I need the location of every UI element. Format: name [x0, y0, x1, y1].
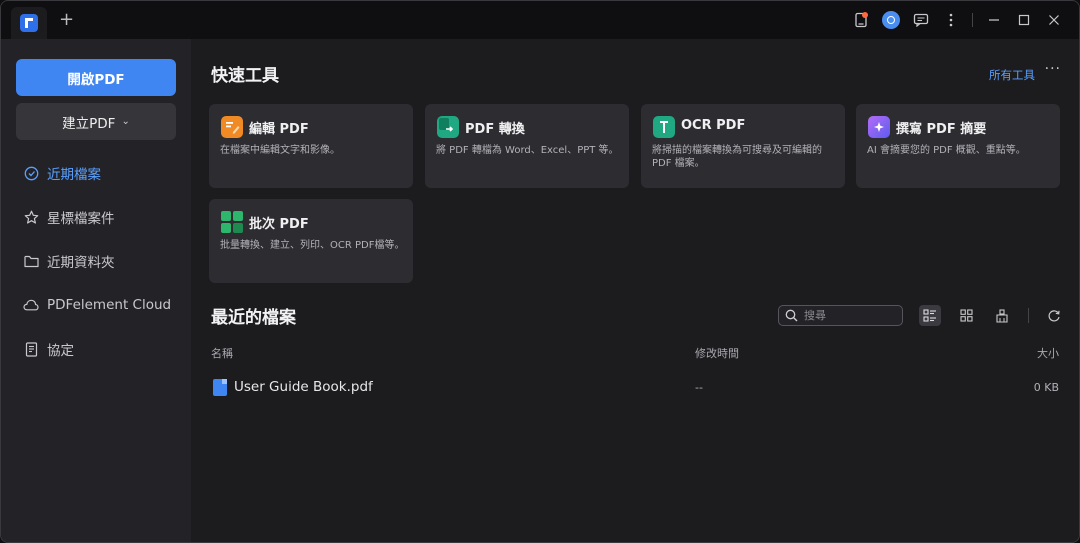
feedback-icon[interactable]	[906, 1, 936, 39]
pdf-file-icon	[213, 379, 227, 396]
grid-view-button[interactable]	[955, 305, 977, 326]
open-pdf-button[interactable]: 開啟PDF	[16, 59, 176, 96]
document-icon	[23, 341, 39, 357]
notification-dot	[862, 12, 868, 18]
more-vertical-icon[interactable]	[936, 1, 966, 39]
sidebar-item-starred[interactable]: 星標檔案件	[1, 195, 191, 239]
grid-view-icon	[959, 309, 973, 322]
maximize-icon[interactable]	[1009, 1, 1039, 39]
ocr-pdf-icon	[653, 116, 675, 138]
tool-card-description: 批量轉換、建立、列印、OCR PDF檔等。	[220, 240, 405, 251]
tool-card-ocr-pdf[interactable]: OCR PDF 將掃描的檔案轉換為可搜尋及可編輯的 PDF 檔案。	[641, 104, 845, 188]
tool-card-description: 將掃描的檔案轉換為可搜尋及可編輯的 PDF 檔案。	[652, 145, 822, 169]
column-header-modified[interactable]: 修改時間	[695, 345, 739, 361]
file-size: 0 KB	[1033, 381, 1059, 394]
sidebar-item-cloud[interactable]: PDFelement Cloud	[1, 283, 191, 327]
clear-recent-button[interactable]	[991, 305, 1013, 326]
refresh-icon	[1048, 309, 1060, 321]
clock-icon	[23, 165, 39, 181]
chevron-down-icon: ⌄	[121, 116, 130, 127]
book-icon[interactable]	[846, 1, 876, 39]
all-tools-link[interactable]: 所有工具	[989, 67, 1035, 83]
file-modified: --	[695, 381, 703, 394]
list-view-icon	[923, 309, 936, 322]
quick-tools-heading: 快速工具	[211, 66, 279, 86]
sidebar-item-label: PDFelement Cloud	[47, 297, 172, 313]
sidebar-item-recent-folders[interactable]: 近期資料夾	[1, 239, 191, 283]
sidebar-item-label: 近期檔案	[47, 167, 101, 183]
sidebar: 開啟PDF 建立PDF ⌄ 近期檔案 星標檔案件 近期資料夾 PDFelemen…	[1, 39, 191, 542]
batch-pdf-icon	[221, 211, 243, 233]
sidebar-item-agreements[interactable]: 協定	[1, 327, 191, 371]
cloud-icon	[23, 297, 39, 313]
broom-icon	[996, 308, 1008, 323]
sidebar-item-label: 星標檔案件	[47, 211, 115, 227]
star-icon	[23, 209, 39, 225]
edit-pdf-icon	[221, 116, 243, 138]
tool-card-description: 在檔案中編輯文字和影像。	[220, 145, 340, 156]
folder-icon	[23, 253, 39, 269]
recent-files-heading: 最近的檔案	[211, 308, 296, 328]
title-bar: +	[1, 1, 1079, 39]
user-avatar-icon	[882, 11, 900, 29]
tool-card-title: 編輯 PDF	[249, 122, 309, 137]
title-bar-divider	[972, 13, 973, 27]
tool-card-description: AI 會摘要您的 PDF 概觀、重點等。	[867, 145, 1026, 156]
user-avatar-button[interactable]	[876, 1, 906, 39]
tool-card-summarize-pdf[interactable]: 撰寫 PDF 摘要 AI 會摘要您的 PDF 概觀、重點等。	[856, 104, 1060, 188]
tool-card-title: 撰寫 PDF 摘要	[896, 122, 987, 137]
search-icon	[785, 309, 798, 322]
refresh-button[interactable]	[1043, 305, 1065, 326]
list-view-button[interactable]	[919, 305, 941, 326]
title-bar-actions	[846, 1, 1069, 39]
summarize-pdf-icon	[868, 116, 890, 138]
app-window: + 開啟PDF 建立PDF ⌄ 近期檔案 星標檔案件 近期資料夾 PDFelem…	[0, 0, 1080, 543]
tool-card-edit-pdf[interactable]: 編輯 PDF 在檔案中編輯文字和影像。	[209, 104, 413, 188]
sidebar-item-label: 協定	[47, 343, 74, 359]
column-header-name[interactable]: 名稱	[211, 345, 233, 361]
minimize-icon[interactable]	[979, 1, 1009, 39]
pdfelement-logo-icon	[20, 14, 38, 32]
tool-card-description: 將 PDF 轉檔為 Word、Excel、PPT 等。	[436, 145, 619, 156]
tool-card-title: 批次 PDF	[249, 217, 309, 232]
sidebar-item-recent-files[interactable]: 近期檔案	[1, 151, 191, 195]
main-content: 快速工具 所有工具 ··· 編輯 PDF 在檔案中編輯文字和影像。 PDF 轉換…	[191, 39, 1079, 542]
tool-card-title: PDF 轉換	[465, 122, 525, 137]
tool-card-convert-pdf[interactable]: PDF 轉換 將 PDF 轉檔為 Word、Excel、PPT 等。	[425, 104, 629, 188]
home-tab[interactable]	[11, 7, 47, 39]
more-options-icon[interactable]: ···	[1045, 61, 1061, 77]
toolbar-divider	[1028, 308, 1029, 323]
close-icon[interactable]	[1039, 1, 1069, 39]
new-tab-button[interactable]: +	[59, 10, 74, 30]
search-input[interactable]	[804, 309, 894, 322]
file-name: User Guide Book.pdf	[234, 379, 373, 395]
tool-card-batch-pdf[interactable]: 批次 PDF 批量轉換、建立、列印、OCR PDF檔等。	[209, 199, 413, 283]
sidebar-item-label: 近期資料夾	[47, 255, 115, 271]
search-box[interactable]	[778, 305, 903, 326]
tool-card-title: OCR PDF	[681, 118, 746, 133]
create-pdf-button[interactable]: 建立PDF ⌄	[16, 103, 176, 140]
column-header-size[interactable]: 大小	[1037, 345, 1059, 361]
table-row[interactable]: User Guide Book.pdf -- 0 KB	[211, 375, 1067, 401]
convert-pdf-icon	[437, 116, 459, 138]
sidebar-nav: 近期檔案 星標檔案件 近期資料夾 PDFelement Cloud 協定	[1, 151, 191, 371]
create-pdf-label: 建立PDF	[62, 115, 116, 132]
